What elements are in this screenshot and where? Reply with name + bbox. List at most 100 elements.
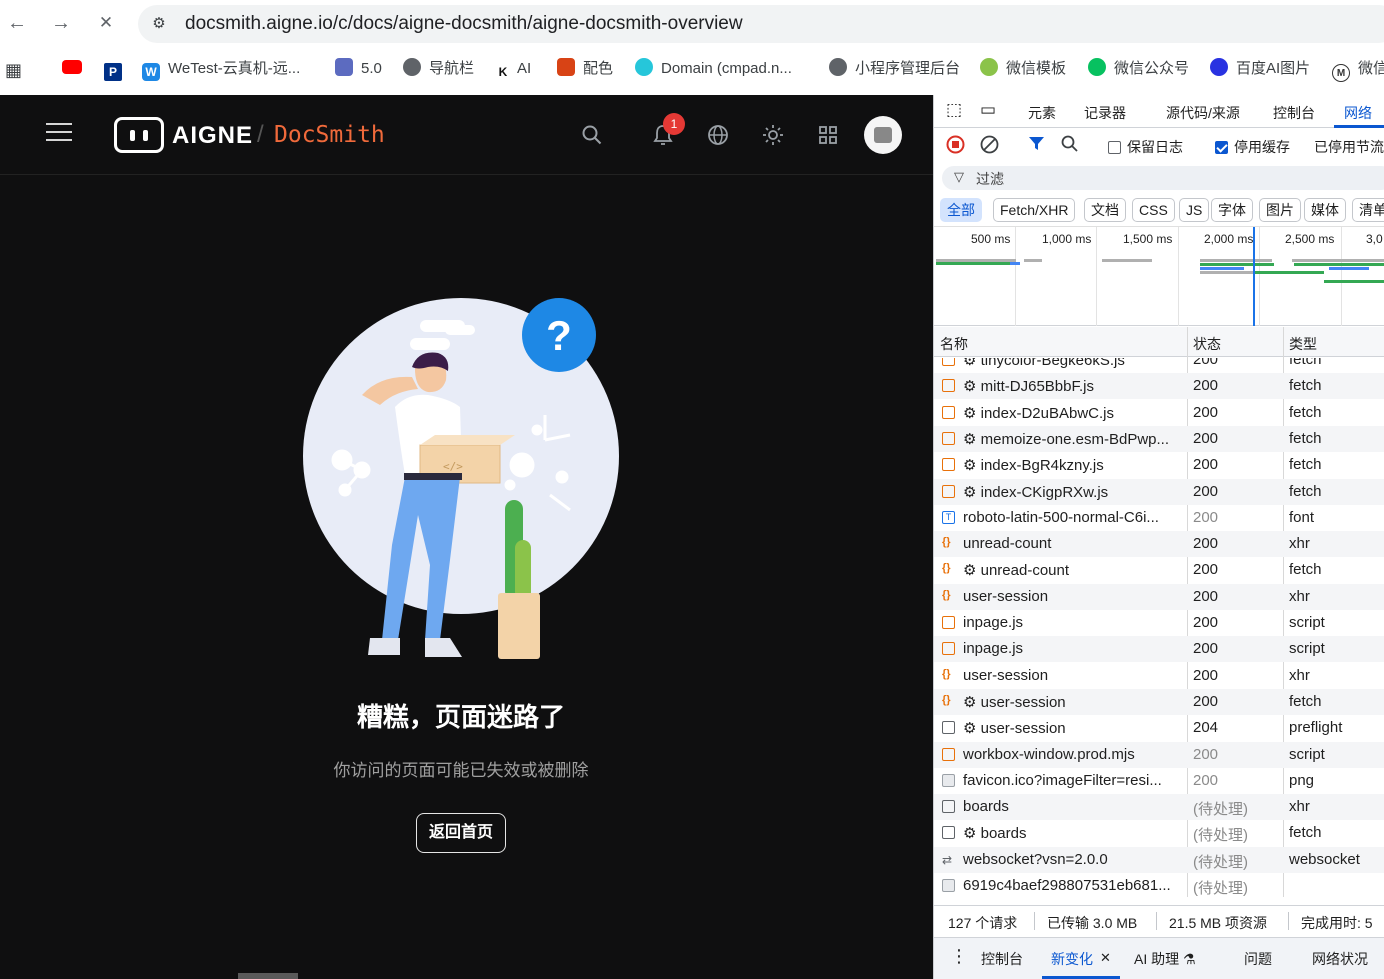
filter-doc[interactable]: 文档 <box>1084 198 1126 222</box>
network-request-row[interactable]: inpage.js 200 script <box>934 610 1384 636</box>
inspect-element-icon[interactable]: ⬚ <box>946 100 962 120</box>
stop-icon[interactable]: ✕ <box>93 10 119 36</box>
filter-all[interactable]: 全部 <box>940 198 982 222</box>
filter-funnel-icon[interactable] <box>1028 135 1045 155</box>
filter-manifest[interactable]: 清单 <box>1352 198 1384 222</box>
url-text[interactable]: docsmith.aigne.io/c/docs/aigne-docsmith/… <box>185 13 743 35</box>
apps-grid-icon[interactable]: ▦ <box>5 58 22 82</box>
network-overview-timeline[interactable]: 500 ms 1,000 ms 1,500 ms 2,000 ms 2,500 … <box>934 226 1384 326</box>
network-request-row[interactable]: ⚙ mitt-DJ65BbbF.js 200 fetch <box>934 373 1384 400</box>
tab-recorder[interactable]: 记录器 <box>1084 103 1126 123</box>
request-status: (待处理) <box>1193 880 1248 897</box>
disable-cache-checkbox[interactable]: 停用缓存 <box>1215 137 1290 157</box>
globe-icon[interactable] <box>698 115 738 155</box>
script-file-icon <box>942 458 955 472</box>
filter-icon: ▽ <box>954 169 964 184</box>
tab-elements[interactable]: 元素 <box>1028 103 1056 123</box>
tab-sources[interactable]: 源代码/来源 <box>1166 103 1240 123</box>
record-stop-icon[interactable] <box>946 135 965 157</box>
request-name: roboto-latin-500-normal-C6i... <box>963 508 1159 526</box>
network-request-row[interactable]: ⚙ index-BgR4kzny.js 200 fetch <box>934 452 1384 478</box>
devtools-drawer-tabs: ⋮ 控制台 新变化 ✕ AI 助理 ⚗ 问题 网络状况 <box>934 937 1384 979</box>
close-icon[interactable]: ✕ <box>1100 950 1111 966</box>
document-icon <box>942 826 955 840</box>
menu-icon[interactable] <box>46 123 72 145</box>
bookmark-domain[interactable]: Domain (cmpad.n... <box>635 57 792 81</box>
filter-img[interactable]: 图片 <box>1259 198 1301 222</box>
filter-media[interactable]: 媒体 <box>1304 198 1346 222</box>
network-request-row[interactable]: ⚙ memoize-one.esm-BdPwp... 200 fetch <box>934 425 1384 452</box>
network-request-row[interactable]: ⚙ index-D2uBAbwC.js 200 fetch <box>934 400 1384 426</box>
bookmark-wetest[interactable]: W WeTest-云真机-远... <box>142 57 300 81</box>
bookmark-wechat[interactable]: M 微信 <box>1332 57 1384 82</box>
product-name[interactable]: DocSmith <box>274 122 385 148</box>
back-icon[interactable]: ← <box>4 10 30 36</box>
network-request-row[interactable]: Troboto-latin-500-normal-C6i... 200 font <box>934 505 1384 531</box>
preserve-log-checkbox[interactable]: 保留日志 <box>1108 137 1183 157</box>
bookmark-wechat-official[interactable]: 微信公众号 <box>1088 57 1189 81</box>
network-request-row[interactable]: ⚙ tinycolor-Begke6kS.js 200 fetch <box>934 358 1384 373</box>
network-request-row[interactable]: {} ⚙ user-session 200 fetch <box>934 688 1384 715</box>
clear-icon[interactable] <box>980 135 999 157</box>
filter-input[interactable]: ▽ 过滤 <box>942 166 1384 190</box>
avatar[interactable] <box>864 116 902 154</box>
search-icon[interactable] <box>572 115 612 155</box>
col-status[interactable]: 状态 <box>1193 334 1221 354</box>
col-type[interactable]: 类型 <box>1289 334 1317 354</box>
network-request-row[interactable]: ⇄ websocket?vsn=2.0.0 (待处理) websocket <box>934 846 1384 873</box>
aigne-logo-icon[interactable] <box>114 117 164 153</box>
bookmark-ai[interactable]: K AI <box>497 57 531 81</box>
theme-sun-icon[interactable] <box>753 115 793 155</box>
filter-font[interactable]: 字体 <box>1211 198 1253 222</box>
network-request-row[interactable]: {} ⚙ unread-count 200 fetch <box>934 557 1384 583</box>
lost-illustration: ? </> <box>303 298 619 659</box>
request-status: 200 <box>1193 358 1219 368</box>
horizontal-scrollbar[interactable] <box>238 973 298 979</box>
request-name: ⚙ index-BgR4kzny.js <box>963 457 1104 475</box>
network-request-row[interactable]: ⚙ boards (待处理) fetch <box>934 820 1384 846</box>
network-request-row[interactable]: favicon.ico?imageFilter=resi... 200 png <box>934 768 1384 794</box>
bookmark-paypal[interactable]: P <box>104 57 130 81</box>
bookmark-label: 配色 <box>583 60 614 77</box>
back-home-button[interactable]: 返回首页 <box>416 813 506 853</box>
network-request-row[interactable]: {} unread-count 200 xhr <box>934 531 1384 558</box>
filter-css[interactable]: CSS <box>1132 198 1175 222</box>
throttling-select[interactable]: 已停用节流 <box>1314 137 1384 157</box>
network-request-row[interactable]: ⚙ user-session 204 preflight <box>934 715 1384 741</box>
network-request-row[interactable]: 6919c4baef298807531eb681... (待处理) <box>934 873 1384 898</box>
forward-icon[interactable]: → <box>48 10 74 36</box>
site-info-icon[interactable]: ⚙ <box>148 13 170 35</box>
bookmark-5-0[interactable]: 5.0 <box>335 57 382 81</box>
network-request-row[interactable]: workbox-window.prod.mjs 200 script <box>934 741 1384 768</box>
bookmark-miniprogram[interactable]: 小程序管理后台 <box>829 57 960 81</box>
device-toolbar-icon[interactable]: ▭ <box>980 100 996 120</box>
drawer-tab-issues[interactable]: 问题 <box>1244 949 1272 969</box>
bookmark-wechat-template[interactable]: 微信模板 <box>980 57 1066 81</box>
bookmark-baidu[interactable]: 百度AI图片 <box>1210 57 1310 81</box>
tab-console[interactable]: 控制台 <box>1273 103 1315 123</box>
network-request-row[interactable]: ⚙ index-CKigpRXw.js 200 fetch <box>934 478 1384 505</box>
tab-network[interactable]: 网络 <box>1344 103 1372 123</box>
network-request-row[interactable]: {} user-session 200 xhr <box>934 663 1384 689</box>
drawer-tab-changes[interactable]: 新变化 <box>1051 949 1093 969</box>
address-bar[interactable]: ⚙ docsmith.aigne.io/c/docs/aigne-docsmit… <box>138 5 1384 43</box>
font-file-icon: T <box>942 510 955 524</box>
apps-icon[interactable] <box>808 115 848 155</box>
request-status: (待处理) <box>1193 801 1248 819</box>
bookmark-youtube[interactable] <box>62 57 90 81</box>
search-icon[interactable] <box>1061 135 1079 156</box>
logo-text[interactable]: AIGNE <box>172 122 253 150</box>
network-request-row[interactable]: boards (待处理) xhr <box>934 794 1384 821</box>
more-tools-icon[interactable]: ⋮ <box>950 946 968 967</box>
drawer-tab-ai-assistant[interactable]: AI 助理 ⚗ <box>1134 949 1196 969</box>
filter-js[interactable]: JS <box>1179 198 1210 222</box>
bookmark-palette[interactable]: 配色 <box>557 57 613 81</box>
drawer-tab-network-conditions[interactable]: 网络状况 <box>1312 949 1368 969</box>
filter-fetch-xhr[interactable]: Fetch/XHR <box>993 198 1076 222</box>
drawer-tab-console[interactable]: 控制台 <box>981 949 1023 969</box>
request-type: websocket <box>1289 850 1360 868</box>
network-request-row[interactable]: inpage.js 200 script <box>934 636 1384 663</box>
network-request-row[interactable]: {} user-session 200 xhr <box>934 583 1384 610</box>
col-name[interactable]: 名称 <box>940 334 968 354</box>
bookmark-nav[interactable]: 导航栏 <box>403 57 474 81</box>
